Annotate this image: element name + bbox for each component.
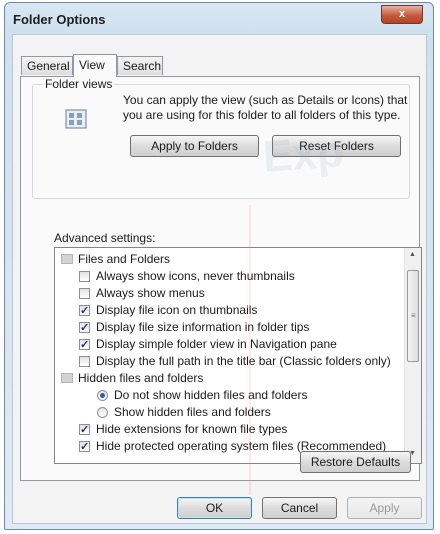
folder-views-label: Folder views — [43, 77, 115, 91]
cancel-button[interactable]: Cancel — [262, 497, 337, 519]
settings-option-label: Always show icons, never thumbnails — [96, 269, 295, 283]
settings-option-label: Hide extensions for known file types — [96, 422, 288, 436]
checkbox[interactable] — [79, 337, 90, 354]
settings-option-label: Hidden files and folders — [78, 371, 204, 385]
settings-option-label: Do not show hidden files and folders — [114, 388, 308, 402]
radio-button[interactable] — [97, 407, 108, 418]
tab-search[interactable]: Search — [117, 56, 163, 75]
settings-option-label: Display file icon on thumbnails — [96, 303, 258, 317]
watermark-stripe — [249, 205, 251, 495]
folder-icon — [61, 373, 73, 383]
reset-folders-button[interactable]: Reset Folders — [272, 135, 401, 157]
checkbox[interactable] — [79, 303, 90, 320]
settings-option-label: Always show menus — [96, 286, 205, 300]
list-scrollbar[interactable]: ▲ ≡ ▼ — [404, 248, 421, 463]
settings-option-label: Show hidden files and folders — [114, 405, 271, 419]
close-button[interactable]: x — [381, 5, 423, 24]
checkbox[interactable] — [79, 439, 90, 456]
advanced-settings-list[interactable]: Files and Folders Always show icons, neve… — [54, 247, 422, 464]
grip-icon: ≡ — [411, 311, 416, 320]
ok-button[interactable]: OK — [177, 497, 252, 519]
folder-views-icon — [65, 109, 87, 129]
apply-to-folders-button[interactable]: Apply to Folders — [130, 135, 259, 157]
dialog-client-area: General View Search Folder views You can… — [12, 34, 427, 524]
settings-option-label: Display file size information in folder … — [96, 320, 310, 334]
tab-view[interactable]: View — [73, 54, 117, 77]
advanced-settings-label: Advanced settings: — [54, 231, 156, 245]
settings-option-label: Display simple folder view in Navigation… — [96, 337, 337, 351]
apply-button[interactable]: Apply — [347, 497, 422, 519]
checkbox[interactable] — [79, 320, 90, 337]
checkbox[interactable] — [79, 288, 90, 299]
folder-icon — [61, 254, 73, 264]
folder-views-description: You can apply the view (such as Details … — [123, 93, 408, 122]
scroll-thumb[interactable]: ≡ — [407, 270, 419, 362]
restore-defaults-button[interactable]: Restore Defaults — [300, 451, 411, 473]
checkbox[interactable] — [79, 356, 90, 367]
checkbox[interactable] — [79, 271, 90, 282]
checkbox[interactable] — [79, 422, 90, 439]
tab-general[interactable]: General — [21, 56, 73, 75]
settings-option-label: Files and Folders — [78, 252, 171, 266]
radio-button[interactable] — [97, 390, 108, 401]
window-title: Folder Options — [13, 12, 106, 27]
folder-options-window: Folder Options x General View Search Fol… — [4, 2, 434, 530]
settings-option-label: Display the full path in the title bar (… — [96, 354, 391, 368]
scroll-up-icon[interactable]: ▲ — [409, 251, 416, 258]
